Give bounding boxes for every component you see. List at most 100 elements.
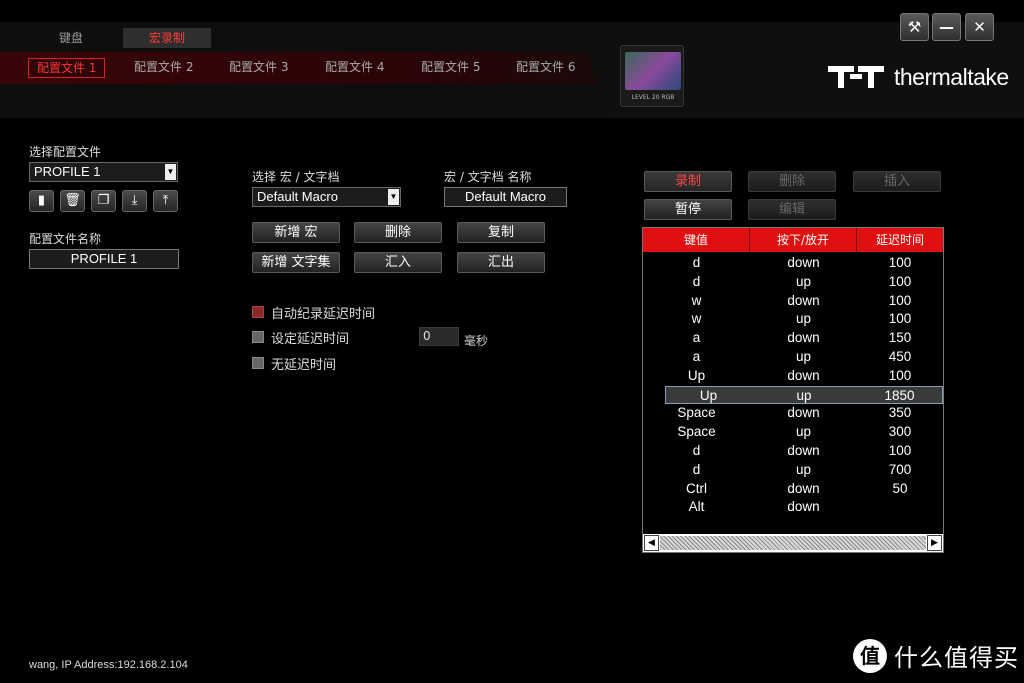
key-cell: Ctrl [686,480,707,496]
delay-unit: 毫秒 [464,334,489,348]
table-row[interactable]: a up 450 [643,348,943,367]
action-cell: down [787,499,820,515]
action-cell: down [787,292,820,308]
export-macro-button[interactable]: 汇出 [457,252,545,273]
new-text-set-button[interactable]: 新增 文字集 [252,252,340,273]
settings-button[interactable]: ⚒ [900,13,929,41]
tab-profile-3[interactable]: 配置文件 3 [229,58,288,78]
table-header: 键值 按下/放开 延迟时间 [643,228,943,252]
trash-icon: 🗑 [64,193,81,208]
table-row[interactable]: Alt down [643,498,943,517]
document-icon: ▮ [37,193,46,208]
delete-macro-button[interactable]: 删除 [354,222,442,243]
table-row[interactable]: Up up 1850 [665,385,943,405]
set-delay-option[interactable]: 设定延迟时间 [252,329,350,347]
brand-name: thermaltake [894,63,1009,90]
export-profile-button[interactable]: ⤒ [153,190,178,212]
device-thumbnail[interactable]: LEVEL 20 RGB [620,45,684,107]
import-profile-button[interactable]: ⤓ [122,190,147,212]
copy-profile-button[interactable]: ❐ [91,190,116,212]
tab-profile-2[interactable]: 配置文件 2 [134,58,193,78]
watermark-logo-icon: 值 [853,638,887,673]
delay-cell: 450 [888,348,912,364]
column-header-delay: 延迟时间 [875,233,924,247]
table-row[interactable]: d up 100 [643,273,943,292]
table-row[interactable]: Space up 300 [643,423,943,442]
record-button[interactable]: 录制 [644,171,732,192]
key-cell: Up [687,367,706,383]
action-cell: down [787,405,820,421]
download-icon: ⤓ [131,193,138,208]
table-row[interactable]: w up 100 [643,310,943,329]
tab-profile-1[interactable]: 配置文件 1 [28,58,106,78]
macro-select[interactable]: Default Macro ▼ [252,187,401,207]
close-button[interactable]: ✕ [965,13,994,41]
table-row[interactable]: d down 100 [643,442,943,461]
no-delay-radio[interactable] [252,357,264,369]
set-delay-radio[interactable] [252,331,264,343]
scroll-right-icon[interactable]: ▶ [927,535,942,551]
macro-name-label: 宏 / 文字档 名称 [444,170,532,184]
tab-macro[interactable]: 宏录制 [123,28,211,48]
profile-select[interactable]: PROFILE 1 ▼ [29,162,178,182]
import-macro-button[interactable]: 汇入 [354,252,442,273]
set-delay-label: 设定延迟时间 [271,331,350,347]
tab-profile-6[interactable]: 配置文件 6 [516,58,575,78]
table-row[interactable]: Ctrl down 50 [643,480,943,499]
tab-profile-4[interactable]: 配置文件 4 [325,58,384,78]
key-cell: d [692,273,701,289]
new-profile-button[interactable]: ▮ [29,190,54,212]
watermark-text: 什么值得买 [894,644,1019,672]
key-cell: Alt [688,499,705,515]
profile-name-field[interactable]: PROFILE 1 [29,249,179,269]
macro-name-field[interactable]: Default Macro [444,187,567,207]
delay-cell: 100 [888,292,912,308]
remove-event-button[interactable]: 删除 [748,171,836,192]
close-icon: ✕ [973,18,986,36]
delay-cell [857,498,943,517]
minimize-button[interactable]: — [932,13,961,41]
action-cell: up [795,273,812,289]
new-macro-button[interactable]: 新增 宏 [252,222,340,243]
select-profile-label: 选择配置文件 [29,145,102,159]
tab-keyboard[interactable]: 键盘 [40,28,102,48]
table-row[interactable]: d up 700 [643,461,943,480]
table-row[interactable]: Up down 100 [643,367,943,386]
chevron-down-icon: ▼ [165,164,176,180]
macro-select-value: Default Macro [257,189,338,204]
profile-select-value: PROFILE 1 [34,164,101,179]
scroll-left-icon[interactable]: ◀ [644,535,659,551]
delay-cell: 100 [888,442,912,458]
scrollbar-track[interactable] [660,536,926,550]
delay-input[interactable]: 0 [419,327,459,346]
upload-icon: ⤒ [162,193,169,208]
chevron-down-icon: ▼ [388,189,399,205]
edit-event-button[interactable]: 编辑 [748,199,836,220]
insert-event-button[interactable]: 插入 [853,171,941,192]
column-header-key: 键值 [643,228,750,252]
delete-profile-button[interactable]: 🗑 [60,190,85,212]
delay-cell: 50 [892,480,908,496]
macro-event-table: 键值 按下/放开 延迟时间 d down 100 d up 100 w down 100 w up 1… [642,227,944,553]
pause-button[interactable]: 暂停 [644,199,732,220]
table-row[interactable]: a down 150 [643,329,943,348]
copy-icon: ❐ [97,193,110,208]
delay-cell: 100 [888,311,912,327]
table-row[interactable]: w down 100 [643,292,943,311]
table-row[interactable]: d down 100 [643,254,943,273]
action-cell: up [796,387,812,403]
action-cell: down [787,255,820,270]
delay-cell: 700 [888,461,912,477]
keyboard-image [625,52,681,90]
horizontal-scrollbar[interactable]: ◀ ▶ [643,534,943,552]
tab-profile-5[interactable]: 配置文件 5 [421,58,480,78]
action-cell: up [795,311,812,327]
auto-delay-radio[interactable] [252,306,264,318]
action-cell: up [795,461,812,477]
auto-delay-option[interactable]: 自动纪录延迟时间 [252,304,375,322]
table-row[interactable]: Space down 350 [643,404,943,423]
action-cell: down [787,480,820,496]
key-cell: w [691,311,702,327]
copy-macro-button[interactable]: 复制 [457,222,545,243]
no-delay-option[interactable]: 无延迟时间 [252,355,336,373]
